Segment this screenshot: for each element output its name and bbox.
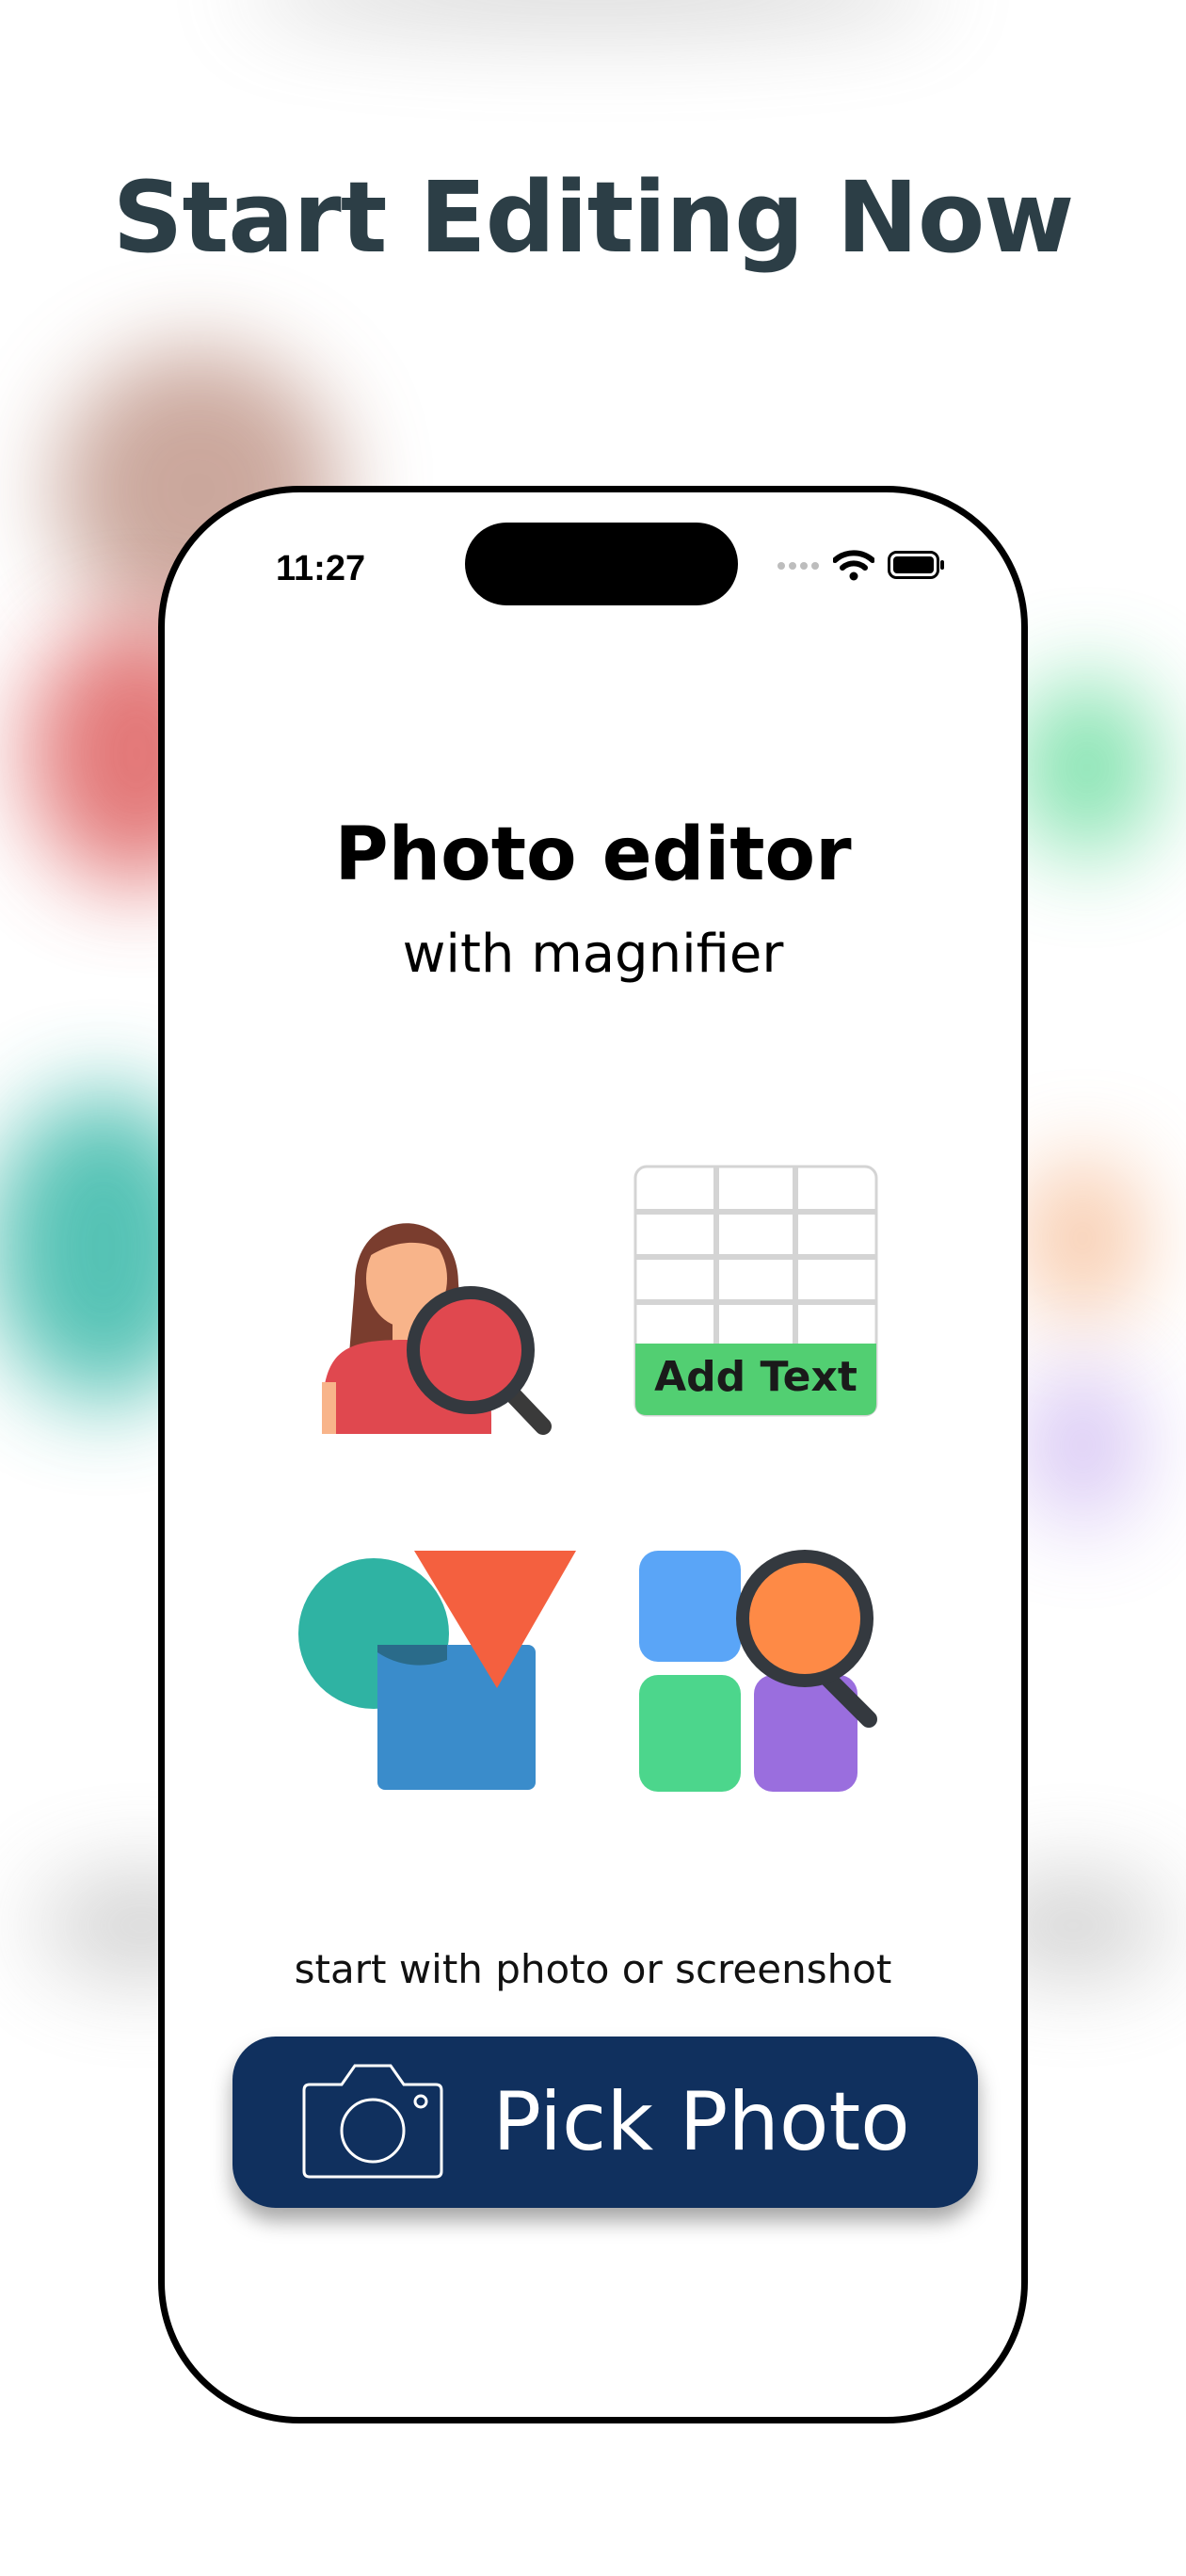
app-grid-magnifier-icon [635,1547,890,1801]
headline: Start Editing Now [112,160,1075,275]
status-time: 11:27 [276,549,366,588]
app-subtitle: with magnifier [402,924,784,985]
wifi-icon [832,549,875,586]
person-magnifier-icon [306,1166,560,1448]
dynamic-island [465,523,738,605]
background-blur-orange [1026,1158,1139,1318]
shapes-icon [296,1547,579,1801]
background-blur-green [1017,678,1158,857]
background-blur-purple [1026,1365,1139,1525]
add-text-label: Add Text [654,1353,857,1401]
camera-icon [300,2060,445,2185]
status-icons [777,549,946,586]
add-text-grid-icon: Add Text [633,1165,878,1419]
signal-dots-icon [777,559,820,576]
start-caption: start with photo or screenshot [294,1946,892,1992]
phone-frame: 11:27 Photo editor with magnifier Add Te… [158,486,1028,2423]
pick-photo-button[interactable]: Pick Photo [232,2037,978,2208]
app-title: Photo editor [334,813,852,897]
background-blur-top [245,0,941,28]
battery-icon [888,551,946,584]
pick-photo-label: Pick Photo [492,2075,910,2169]
